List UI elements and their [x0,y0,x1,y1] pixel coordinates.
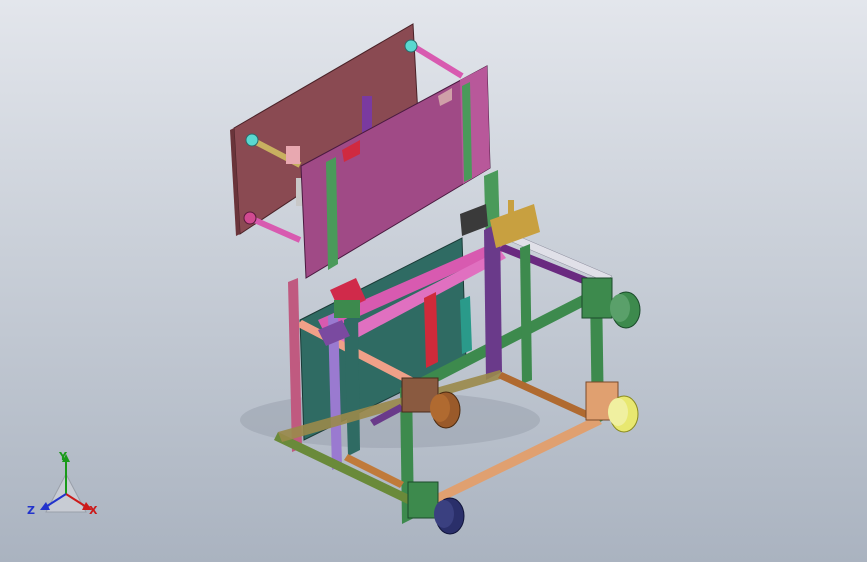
machine-assembly-model[interactable] [0,0,867,562]
cad-3d-viewport[interactable]: Y Z X [0,0,867,562]
z-axis-label: Z [27,504,35,517]
y-axis-label: Y [59,450,67,463]
roller-yellow[interactable] [608,395,639,433]
roller-green[interactable] [610,291,641,329]
roller-navy[interactable] [434,497,465,535]
view-orientation-triad[interactable]: Y Z X [22,446,106,526]
x-axis-label: X [89,504,98,517]
